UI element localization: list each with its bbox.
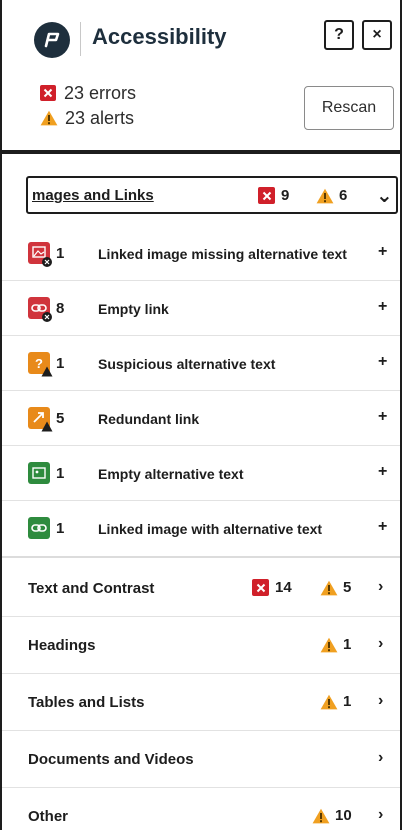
alert-marker-icon	[41, 366, 53, 377]
category-alert-badge: 1	[320, 636, 351, 653]
chevron-right-icon: ›	[378, 635, 384, 652]
close-button[interactable]: ×	[362, 20, 392, 50]
issue-thumbnail-icon	[28, 462, 50, 484]
issue-name: Suspicious alternative text	[98, 356, 276, 372]
header-divider	[2, 150, 400, 154]
issue-count: 1	[56, 520, 65, 537]
rescan-button[interactable]: Rescan	[304, 86, 394, 130]
category-error-count: 14	[275, 579, 292, 596]
category-label: Tables and Lists	[28, 694, 145, 711]
category-alert-count: 10	[335, 807, 352, 824]
issue-count: 1	[56, 465, 65, 482]
help-button[interactable]: ?	[324, 20, 354, 50]
issue-count: 1	[56, 245, 65, 262]
issue-name: Linked image with alternative text	[98, 521, 323, 537]
issue-list: 1 Linked image missing alternative text …	[2, 226, 400, 556]
chevron-down-icon: ⌄	[376, 185, 393, 207]
error-icon	[252, 579, 269, 596]
panel-header: Accessibility ? × 23 errors 23 alerts Re…	[2, 0, 400, 150]
warning-icon	[312, 808, 330, 823]
expand-plus-icon[interactable]: +	[378, 518, 387, 536]
chevron-right-icon: ›	[378, 578, 384, 595]
warning-icon	[320, 580, 338, 595]
category-label: Other	[28, 808, 69, 825]
expand-plus-icon[interactable]: +	[378, 463, 387, 481]
issue-name: Empty alternative text	[98, 466, 244, 482]
alerts-count-text: 23 alerts	[65, 107, 135, 128]
category-text-and-contrast[interactable]: Text and Contrast 14 5 ›	[2, 560, 400, 617]
close-icon: ×	[372, 26, 382, 43]
category-label: Text and Contrast	[28, 580, 155, 597]
category-tables-and-lists[interactable]: Tables and Lists 1 ›	[2, 674, 400, 731]
alert-marker-icon	[41, 421, 53, 432]
scan-summary: 23 errors 23 alerts	[40, 82, 136, 129]
category-list: Text and Contrast 14 5 › Headings 1 › Ta…	[2, 560, 400, 830]
category-alert-count: 1	[343, 693, 352, 710]
alerts-summary: 23 alerts	[40, 107, 136, 129]
category-alert-count: 6	[339, 187, 348, 204]
issue-count: 5	[56, 410, 65, 427]
category-alert-count: 1	[343, 636, 352, 653]
category-error-count: 9	[281, 187, 290, 204]
accessibility-panel: Accessibility ? × 23 errors 23 alerts Re…	[0, 0, 402, 830]
category-label: mages and Links	[32, 187, 154, 204]
category-other[interactable]: Other 10 ›	[2, 788, 400, 830]
issue-name: Linked image missing alternative text	[98, 246, 347, 262]
issue-linked-image-missing-alt[interactable]: 1 Linked image missing alternative text …	[2, 226, 400, 281]
error-marker-icon	[42, 312, 52, 322]
category-error-badge: 9	[258, 187, 289, 204]
issue-thumbnail-icon	[28, 517, 50, 539]
category-alert-badge: 10	[312, 807, 352, 824]
issue-empty-alt-text[interactable]: 1 Empty alternative text +	[2, 446, 400, 501]
logo-icon	[34, 22, 70, 58]
category-alert-badge: 6	[316, 187, 347, 204]
warning-icon	[320, 637, 338, 652]
category-divider	[2, 556, 400, 558]
expand-plus-icon[interactable]: +	[378, 408, 387, 426]
issue-name: Redundant link	[98, 411, 200, 427]
category-alert-badge: 5	[320, 579, 351, 596]
error-icon	[258, 187, 275, 204]
warning-icon	[40, 110, 58, 126]
category-alert-count: 5	[343, 579, 352, 596]
issue-count: 1	[56, 355, 65, 372]
category-alert-badge: 1	[320, 693, 351, 710]
chevron-right-icon: ›	[378, 749, 384, 766]
expand-plus-icon[interactable]: +	[378, 298, 387, 316]
category-label: Documents and Videos	[28, 751, 194, 768]
category-headings[interactable]: Headings 1 ›	[2, 617, 400, 674]
category-label: Headings	[28, 637, 96, 654]
errors-count-text: 23 errors	[64, 82, 137, 103]
logo-divider	[80, 22, 81, 56]
issue-empty-link[interactable]: 8 Empty link +	[2, 281, 400, 336]
issue-count: 8	[56, 300, 65, 317]
warning-icon	[320, 694, 338, 709]
chevron-right-icon: ›	[378, 692, 384, 709]
expand-plus-icon[interactable]: +	[378, 353, 387, 371]
errors-summary: 23 errors	[40, 82, 136, 104]
help-icon: ?	[334, 26, 344, 43]
issue-linked-image-with-alt[interactable]: 1 Linked image with alternative text +	[2, 501, 400, 556]
issue-suspicious-alt-text[interactable]: ? 1 Suspicious alternative text +	[2, 336, 400, 391]
error-marker-icon	[42, 257, 52, 267]
category-documents-and-videos[interactable]: Documents and Videos ›	[2, 731, 400, 788]
issue-name: Empty link	[98, 301, 169, 317]
issue-redundant-link[interactable]: 5 Redundant link +	[2, 391, 400, 446]
chevron-right-icon: ›	[378, 806, 384, 823]
category-error-badge: 14	[252, 579, 292, 596]
panel-title: Accessibility	[92, 24, 227, 49]
warning-icon	[316, 188, 334, 203]
category-images-and-links[interactable]: mages and Links 9 6 ⌄	[26, 176, 398, 214]
expand-plus-icon[interactable]: +	[378, 243, 387, 261]
error-icon	[40, 85, 56, 101]
